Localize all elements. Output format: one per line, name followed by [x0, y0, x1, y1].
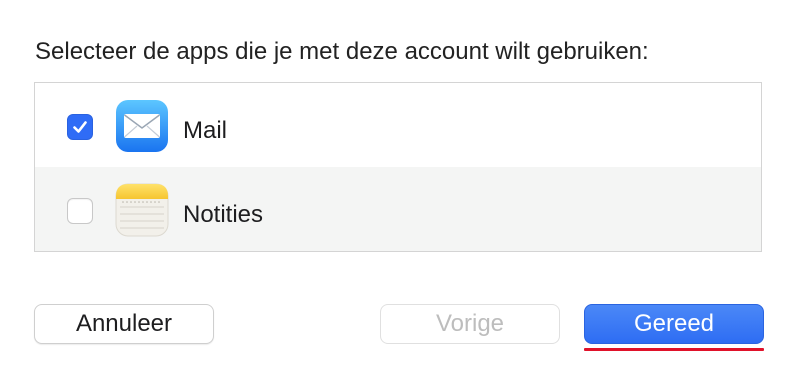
annotation-underline — [584, 348, 764, 351]
app-label-mail: Mail — [183, 117, 228, 144]
notes-app-icon — [115, 183, 169, 237]
app-row-notes[interactable]: Notities — [35, 167, 761, 251]
mail-app-icon — [115, 99, 169, 153]
done-button[interactable]: Gereed — [584, 304, 764, 344]
cancel-button[interactable]: Annuleer — [34, 304, 214, 344]
mail-checkbox[interactable] — [67, 114, 93, 140]
app-selection-list: Mail Notities — [34, 82, 762, 252]
back-button[interactable]: Vorige — [380, 304, 560, 344]
checkmark-icon — [73, 121, 87, 133]
app-label-notes: Notities — [183, 201, 264, 228]
notes-checkbox[interactable] — [67, 198, 93, 224]
app-row-mail[interactable]: Mail — [35, 83, 761, 167]
dialog-prompt: Selecteer de apps die je met deze accoun… — [35, 38, 649, 65]
